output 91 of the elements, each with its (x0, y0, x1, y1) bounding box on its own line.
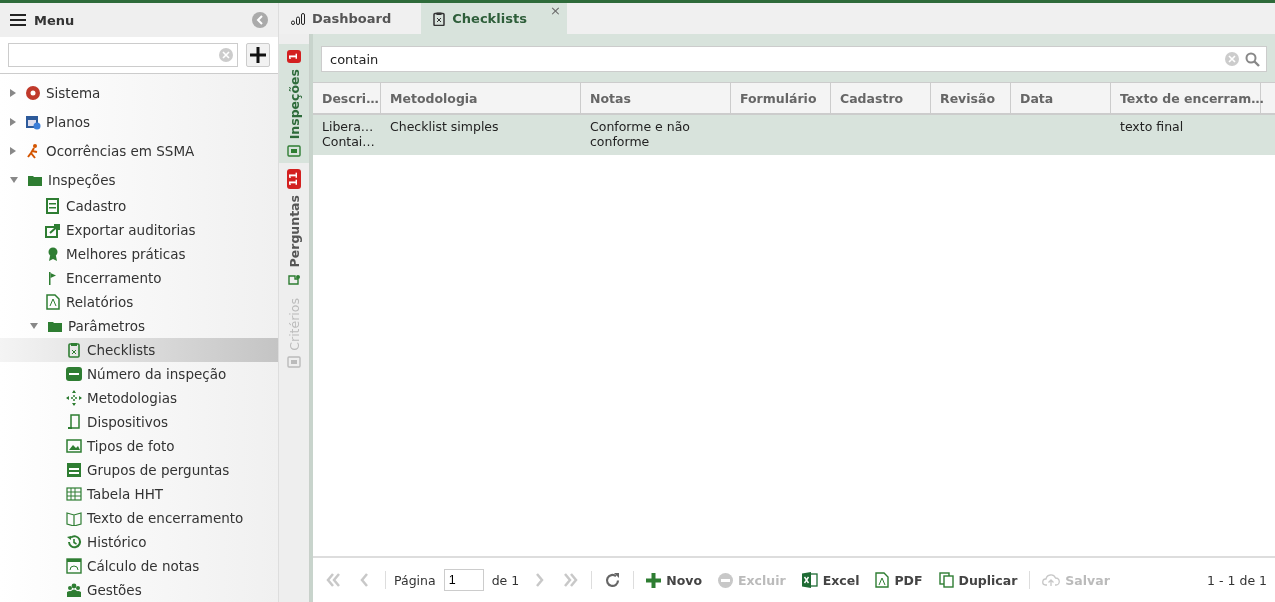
menu-item[interactable]: Melhores práticas (0, 242, 278, 266)
table-cell: texto final (1120, 119, 1184, 134)
table-cell: Conforme e não conforme (590, 119, 690, 149)
menu-item[interactable]: Sistema (0, 78, 278, 107)
copy-icon (938, 572, 954, 588)
record-count: 1 - 1 de 1 (1207, 572, 1267, 588)
menu-item[interactable]: Ocorrências em SSMA (0, 136, 278, 165)
search-field[interactable]: contain (321, 46, 1267, 72)
column-header[interactable]: Descri… (313, 83, 381, 113)
column-header[interactable]: Data (1011, 83, 1111, 113)
clipboard-icon (66, 342, 82, 358)
device-icon (66, 414, 82, 430)
expand-caret-icon[interactable] (10, 146, 16, 155)
chevron-icon (563, 572, 580, 588)
column-header[interactable]: Notas (581, 83, 731, 113)
plus-icon (646, 572, 662, 588)
duplicate-button[interactable]: Duplicar (934, 570, 1022, 590)
column-header[interactable]: Revisão (931, 83, 1011, 113)
bar-chart-icon (291, 12, 305, 25)
gauge-icon (66, 558, 82, 574)
column-header[interactable]: Texto de encerram… (1111, 83, 1261, 113)
list-icon (66, 462, 82, 478)
count-badge: 11 (287, 169, 301, 190)
people-icon (66, 582, 82, 598)
tab[interactable]: Dashboard (279, 3, 422, 34)
document-icon (45, 198, 61, 214)
expand-caret-icon[interactable] (10, 88, 16, 97)
numbers-icon (66, 366, 82, 382)
menu-item[interactable]: Texto de encerramento (0, 506, 278, 530)
menu-item[interactable]: Tipos de foto (0, 434, 278, 458)
table-cell: Checklist simples (390, 119, 499, 134)
refresh-icon (604, 571, 622, 589)
menu-item[interactable]: Relatórios (0, 290, 278, 314)
plus-icon (250, 47, 266, 63)
menu-item[interactable]: Tabela HHT (0, 482, 278, 506)
menu-item[interactable]: Gestões (0, 578, 278, 602)
excel-button[interactable]: Excel (797, 570, 864, 590)
menu-item[interactable]: Encerramento (0, 266, 278, 290)
table-cell: Libera… Contai… (322, 119, 375, 149)
expand-caret-icon[interactable] (10, 117, 16, 126)
chevron-icon (325, 572, 341, 588)
pdf-button[interactable]: PDF (871, 570, 927, 590)
book-icon (66, 510, 82, 526)
table-row[interactable]: Libera… Contai… Checklist simples Conforme e não conforme texto final (313, 115, 1275, 155)
menu-item[interactable]: Exportar auditorias (0, 218, 278, 242)
expand-caret-icon[interactable] (10, 176, 18, 183)
menu-icon[interactable] (10, 14, 26, 26)
side-tab[interactable]: 11 Perguntas (279, 163, 309, 292)
menu-item[interactable]: Cálculo de notas (0, 554, 278, 578)
spreadsheet-icon (801, 572, 818, 588)
column-header[interactable]: Cadastro (831, 83, 931, 113)
menu-item[interactable]: Parâmetros (0, 314, 278, 338)
side-tab[interactable]: 1 Inspeções (279, 44, 309, 164)
pdf-icon (45, 294, 61, 310)
page-input[interactable]: 1 (443, 569, 484, 591)
menu-item[interactable]: Planos (0, 107, 278, 136)
collapse-icon[interactable] (252, 12, 268, 28)
menu-item[interactable]: Inspeções (0, 165, 278, 194)
expand-caret-icon[interactable] (30, 323, 38, 329)
page-count: de 1 (491, 572, 520, 588)
search-icon[interactable] (1245, 51, 1260, 67)
image-icon (66, 438, 82, 454)
menu-item[interactable]: Checklists (0, 338, 278, 362)
pdf-icon (875, 572, 890, 588)
new-button[interactable]: Novo (642, 570, 706, 590)
menu-title: Menu (34, 12, 75, 28)
history-icon (66, 534, 82, 550)
menu-search-field[interactable] (8, 43, 238, 67)
minus-icon (718, 572, 733, 588)
table-icon (66, 486, 82, 502)
form-icon (287, 356, 301, 369)
move-arrows-icon (66, 390, 82, 406)
menu-item[interactable]: Número da inspeção (0, 362, 278, 386)
add-button[interactable] (246, 43, 270, 67)
close-tab-button[interactable]: × (549, 3, 561, 18)
export-icon (45, 222, 61, 238)
menu-item[interactable]: Grupos de perguntas (0, 458, 278, 482)
menu-item[interactable]: Dispositivos (0, 410, 278, 434)
menu-item[interactable]: Metodologias (0, 386, 278, 410)
column-header[interactable]: Formulário (731, 83, 831, 113)
menu-item[interactable]: Histórico (0, 530, 278, 554)
page-label: Página (394, 572, 436, 588)
calendar-icon (25, 113, 41, 130)
tab[interactable]: Checklists × (421, 3, 567, 34)
gear-icon (25, 84, 41, 101)
cloud-upload-icon (1042, 573, 1061, 587)
count-badge: 1 (287, 50, 301, 63)
form-icon (287, 145, 301, 158)
menu-item[interactable]: Cadastro (0, 194, 278, 218)
column-header[interactable]: Metodologia (381, 83, 581, 113)
clipboard-icon (433, 11, 446, 26)
